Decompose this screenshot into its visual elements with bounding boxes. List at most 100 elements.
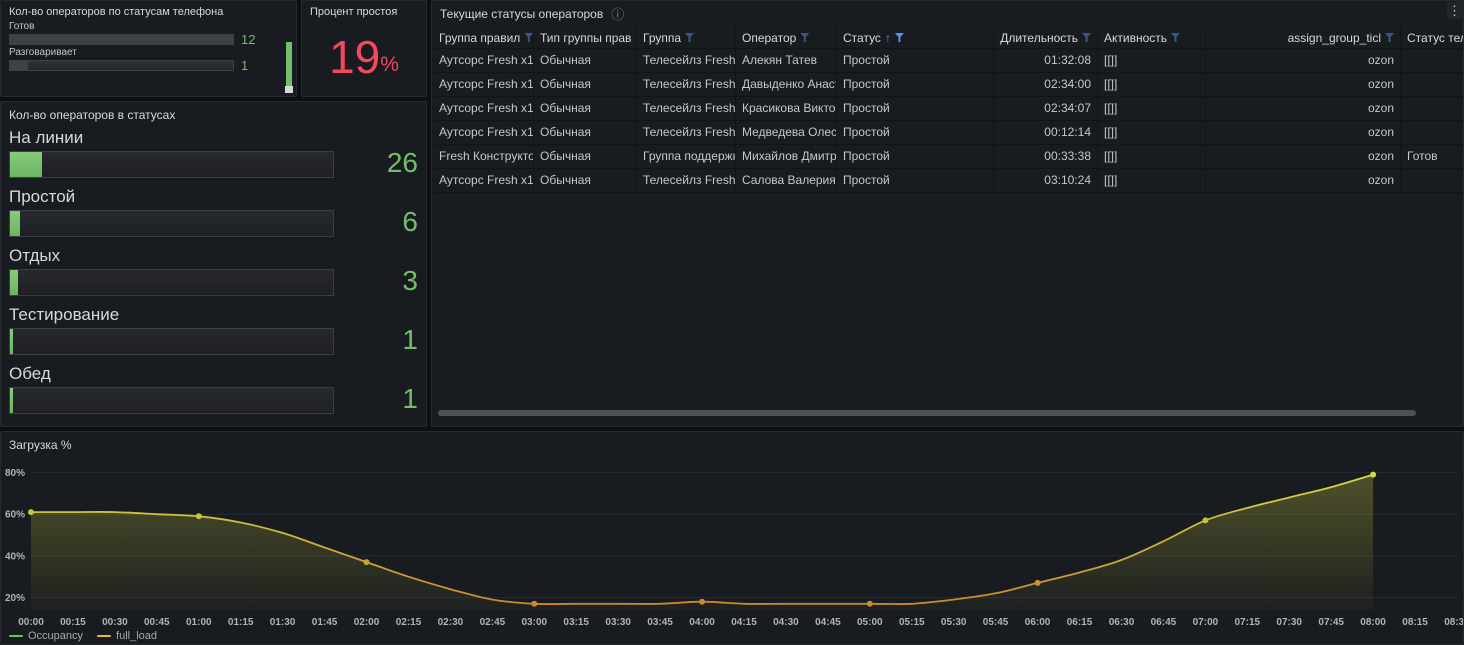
filter-icon[interactable] [524,33,533,42]
column-header[interactable]: Статус ↑ [837,27,994,49]
gauge-label: Разговаривает [9,47,288,58]
table-cell [1401,49,1464,73]
column-header[interactable]: Группа [637,27,736,49]
scroll-thumb[interactable] [285,86,293,93]
column-label: Статус [843,27,881,49]
table-cell: [[]] [1098,49,1206,73]
column-header[interactable]: assign_group_ticl [1206,27,1401,49]
operators-table: Группа правилТип группы правГруппаОперат… [433,27,1463,193]
gauge-fill [10,35,233,44]
table-cell: Алекян Татев [736,49,837,73]
table-cell: ozon [1206,145,1401,169]
data-point[interactable] [28,509,34,515]
x-axis-label: 04:30 [773,617,799,628]
data-point[interactable] [699,599,705,605]
table-cell: Телесейлз Fresh (до [637,49,736,73]
column-header[interactable]: Группа правил [433,27,534,49]
table-cell: Давыденко Анастаси [736,73,837,97]
column-header[interactable]: Активность [1098,27,1206,49]
filter-icon[interactable] [1082,33,1091,42]
filter-icon[interactable] [1385,33,1394,42]
idle-percent-number: 19 [329,34,380,80]
table-row[interactable]: Аутсорс Fresh x1ОбычнаяТелесейлз Fresh (… [433,121,1463,145]
gauge-label: Обед [9,364,338,384]
x-axis-label: 08:30 [1444,617,1463,628]
x-axis-label: 05:30 [941,617,967,628]
table-cell: 01:32:08 [994,49,1098,73]
table-cell: Телесейлз Fresh (до [637,169,736,193]
x-axis-label: 00:45 [144,617,170,628]
x-axis-label: 07:15 [1235,617,1261,628]
sort-asc-icon[interactable]: ↑ [885,32,891,44]
table-cell [1401,121,1464,145]
table-cell: ozon [1206,97,1401,121]
x-axis-label: 02:30 [438,617,464,628]
data-point[interactable] [531,601,537,607]
table-row[interactable]: Аутсорс Fresh x1ОбычнаяТелесейлз Fresh (… [433,49,1463,73]
chart-legend-item[interactable]: full_load [97,630,157,642]
x-axis-label: 00:15 [60,617,86,628]
gauge-left: Простой [9,187,338,237]
filter-icon[interactable] [1171,33,1180,42]
info-icon[interactable]: ⓘ [611,8,624,21]
table-cell: Михайлов Дмитрий [736,145,837,169]
x-axis-label: 04:15 [731,617,757,628]
filter-icon[interactable] [685,33,694,42]
table-cell [1401,169,1464,193]
gauge-value: 1 [338,384,418,414]
data-point[interactable] [867,601,873,607]
data-point[interactable] [1370,472,1376,478]
data-point[interactable] [364,559,370,565]
table-cell [1401,97,1464,121]
gauge-label: Простой [9,187,338,207]
y-axis-label: 60% [5,510,25,521]
x-axis-label: 07:30 [1276,617,1302,628]
column-label: Статус тел [1407,27,1464,49]
filter-icon[interactable] [800,33,809,42]
table-row[interactable]: Аутсорс Fresh x1ОбычнаяТелесейлз Fresh (… [433,97,1463,121]
gauge-bar [9,151,334,178]
table-cell: ozon [1206,49,1401,73]
panel-title: Текущие статусы операторов [440,7,603,21]
data-point[interactable] [1202,517,1208,523]
table-cell: 02:34:00 [994,73,1098,97]
x-axis-label: 00:00 [18,617,44,628]
table-cell: Салова Валерия [736,169,837,193]
table-row[interactable]: Fresh Конструктор оОбычнаяГруппа поддерж… [433,145,1463,169]
panel-menu-icon[interactable]: ⋮ [1447,2,1462,19]
x-axis-label: 07:00 [1193,617,1219,628]
table-cell: Простой [837,121,994,145]
chart-legend-item[interactable]: Occupancy [9,630,83,642]
table-cell: Простой [837,97,994,121]
status-gauge-item: Обед1 [9,364,418,414]
series-area [31,475,1373,610]
table-horizontal-scrollbar[interactable] [438,410,1416,416]
column-header[interactable]: Тип группы прав [534,27,637,49]
panel-title: Кол-во операторов по статусам телефона [1,1,296,19]
column-header[interactable]: Оператор [736,27,837,49]
x-axis-label: 03:30 [605,617,631,628]
x-axis-label: 06:45 [1151,617,1177,628]
status-gauge-list: На линии26Простой6Отдых3Тестирование1Обе… [9,128,418,423]
chart-legend: Occupancy full_load [9,630,157,642]
table-cell: 02:34:07 [994,97,1098,121]
table-row[interactable]: Аутсорс Fresh x1ОбычнаяТелесейлз Fresh (… [433,73,1463,97]
x-axis-label: 07:45 [1318,617,1344,628]
legend-label: full_load [116,630,157,642]
legend-label: Occupancy [28,630,83,642]
gauge-bar [9,269,334,296]
table-row[interactable]: Аутсорс Fresh x1ОбычнаяТелесейлз Fresh (… [433,169,1463,193]
column-label: Длительность [1000,27,1078,49]
column-header[interactable]: Длительность [994,27,1098,49]
table-cell: Аутсорс Fresh x1 [433,169,534,193]
data-point[interactable] [1035,580,1041,586]
data-point[interactable] [196,513,202,519]
column-header[interactable]: Статус тел [1401,27,1464,49]
table-cell: Группа поддержки F [637,145,736,169]
gauge-value: 6 [338,207,418,237]
stat-value: 19 % [302,17,426,96]
x-axis-label: 00:30 [102,617,128,628]
table-cell: Обычная [534,97,637,121]
filter-icon[interactable] [895,33,904,42]
panel-header: Текущие статусы операторов ⓘ [432,1,1463,27]
